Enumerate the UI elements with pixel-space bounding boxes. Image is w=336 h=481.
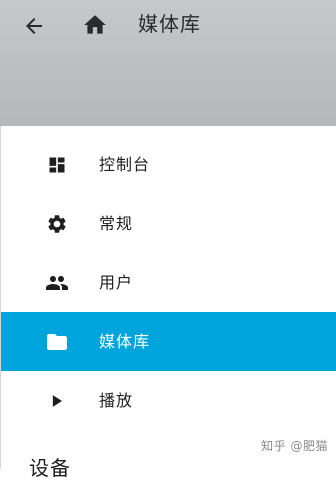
nav-item-dashboard[interactable]: 控制台 bbox=[1, 135, 336, 194]
nav-item-label: 播放 bbox=[99, 390, 134, 410]
nav-item-users[interactable]: 用户 bbox=[1, 253, 336, 312]
nav-item-label: 控制台 bbox=[99, 154, 151, 174]
people-icon bbox=[45, 271, 69, 295]
home-icon bbox=[84, 15, 106, 34]
nav-item-label: 用户 bbox=[99, 272, 134, 292]
back-button[interactable] bbox=[20, 12, 48, 40]
nav-item-label: 媒体库 bbox=[99, 331, 151, 351]
folder-icon bbox=[45, 330, 69, 354]
page-title: 媒体库 bbox=[138, 12, 201, 36]
app-header: 媒体库 bbox=[0, 0, 336, 126]
watermark-text: 知乎 @肥猫 bbox=[261, 439, 328, 453]
nav-item-playback[interactable]: 播放 bbox=[1, 371, 336, 430]
arrow-back-icon bbox=[26, 18, 42, 34]
dashboard-icon bbox=[45, 153, 69, 177]
nav-item-general[interactable]: 常规 bbox=[1, 194, 336, 253]
play-icon bbox=[45, 389, 69, 413]
home-button[interactable] bbox=[80, 10, 110, 40]
section-title-devices: 设备 bbox=[29, 456, 71, 480]
navigation-drawer: 控制台 常规 用户 媒体库 播放 知乎 @肥猫 设备 bbox=[0, 126, 336, 480]
nav-item-media-library[interactable]: 媒体库 bbox=[1, 312, 336, 371]
settings-gear-icon bbox=[45, 212, 69, 236]
nav-item-label: 常规 bbox=[99, 213, 134, 233]
